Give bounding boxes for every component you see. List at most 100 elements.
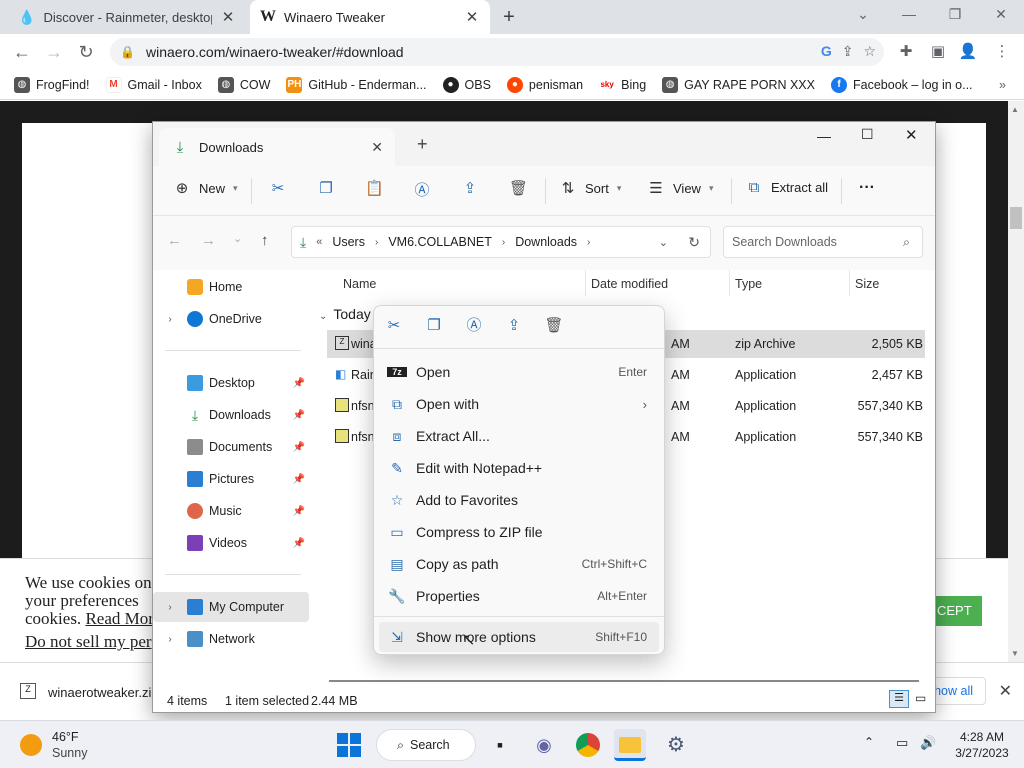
- more-bookmarks-icon[interactable]: »: [999, 78, 1006, 92]
- recent-locations-icon[interactable]: ⌄: [233, 232, 242, 245]
- new-tab-button[interactable]: +: [417, 134, 428, 155]
- menu-item-open[interactable]: 7z Open Enter: [379, 357, 659, 387]
- menu-item-add-favorites[interactable]: ☆ Add to Favorites: [379, 485, 659, 515]
- close-window-button[interactable]: ✕: [986, 6, 1016, 23]
- bookmark-facebook[interactable]: f Facebook – log in o...: [831, 76, 973, 93]
- bookmark-penisman[interactable]: ● penisman: [506, 76, 583, 93]
- scroll-down-icon[interactable]: ▼: [1011, 649, 1019, 658]
- path-bar[interactable]: ⤓ « Users › VM6.COLLABNET › Downloads › …: [291, 226, 711, 258]
- share-icon[interactable]: ⇪: [842, 43, 854, 60]
- column-header-date[interactable]: Date modified: [591, 277, 668, 291]
- breadcrumb-users[interactable]: Users: [332, 235, 365, 249]
- bookmark-frogfind[interactable]: ◍ FrogFind!: [14, 76, 90, 93]
- chevron-up-icon[interactable]: ⌃: [864, 735, 874, 749]
- bookmark-obs[interactable]: ● OBS: [442, 76, 491, 93]
- reload-button[interactable]: ↻: [76, 42, 96, 62]
- copy-icon[interactable]: ❐: [424, 316, 444, 336]
- do-not-sell-link[interactable]: Do not sell my per: [25, 632, 152, 652]
- close-icon[interactable]: ✕: [220, 8, 236, 26]
- chevron-right-icon[interactable]: ›: [161, 314, 179, 325]
- details-view-icon[interactable]: ☰: [889, 690, 909, 708]
- scroll-up-icon[interactable]: ▲: [1011, 105, 1019, 114]
- chevron-right-icon[interactable]: ›: [161, 602, 179, 613]
- address-bar[interactable]: 🔒 winaero.com/winaero-tweaker/#download …: [110, 38, 884, 66]
- extract-all-button[interactable]: ⧉ Extract all: [745, 179, 828, 196]
- nav-item-music[interactable]: Music 📌: [153, 496, 309, 526]
- taskbar-search-button[interactable]: ⌕ Search: [376, 729, 476, 761]
- breadcrumb-downloads[interactable]: Downloads: [515, 235, 577, 249]
- column-header-name[interactable]: Name: [343, 277, 376, 291]
- up-arrow-icon[interactable]: ↑: [261, 232, 269, 249]
- minimize-button[interactable]: —: [894, 6, 924, 22]
- bookmark-bing[interactable]: sky Bing: [599, 76, 646, 93]
- extensions-icon[interactable]: ✚: [896, 42, 916, 60]
- nav-item-downloads[interactable]: ⤓ Downloads 📌: [153, 400, 309, 430]
- paste-button[interactable]: 📋: [365, 179, 384, 197]
- menu-item-compress-zip[interactable]: ▭ Compress to ZIP file: [379, 517, 659, 547]
- menu-icon[interactable]: ⋮: [992, 42, 1012, 60]
- explorer-tab-downloads[interactable]: ⤓ Downloads ✕: [159, 128, 395, 166]
- menu-item-open-with[interactable]: ⧉ Open with ›: [379, 389, 659, 419]
- weather-desc[interactable]: Sunny: [52, 746, 87, 760]
- trash-icon[interactable]: 🗑: [544, 316, 564, 336]
- maximize-button[interactable]: ☐: [861, 126, 874, 143]
- chevron-right-icon[interactable]: ›: [161, 634, 179, 645]
- tab-search-icon[interactable]: ⌄: [848, 6, 878, 23]
- close-icon[interactable]: ✕: [464, 8, 480, 26]
- rename-button[interactable]: Ⓐ: [413, 179, 431, 200]
- forward-button[interactable]: →: [44, 42, 64, 62]
- overflow-chevron-icon[interactable]: «: [316, 236, 322, 248]
- breadcrumb-vm6[interactable]: VM6.COLLABNET: [388, 235, 492, 249]
- column-header-size[interactable]: Size: [855, 277, 879, 291]
- rename-icon[interactable]: Ⓐ: [464, 316, 484, 336]
- close-shelf-icon[interactable]: ✕: [999, 681, 1012, 701]
- bookmark-star-icon[interactable]: ☆: [863, 43, 876, 60]
- nav-item-documents[interactable]: Documents 📌: [153, 432, 309, 462]
- download-item[interactable]: winaerotweaker.zi: [48, 685, 151, 700]
- cut-button[interactable]: ✂: [269, 179, 287, 197]
- side-panel-icon[interactable]: ▣: [928, 42, 948, 60]
- forward-arrow-icon[interactable]: →: [201, 232, 216, 249]
- sun-icon[interactable]: [20, 734, 42, 756]
- menu-item-edit-notepad[interactable]: ✎ Edit with Notepad++: [379, 453, 659, 483]
- more-options-button[interactable]: ···: [859, 179, 875, 197]
- group-header-today[interactable]: ⌄ Today: [319, 306, 371, 322]
- sort-button[interactable]: ⇅ Sort ▾: [559, 179, 622, 197]
- bookmark-gmail[interactable]: M Gmail - Inbox: [105, 76, 202, 93]
- nav-item-home[interactable]: Home: [153, 272, 309, 302]
- settings-gear-icon[interactable]: ⚙: [660, 729, 692, 761]
- copy-button[interactable]: ❐: [317, 179, 335, 197]
- clock-date[interactable]: 3/27/2023: [950, 746, 1014, 760]
- back-button[interactable]: ←: [12, 42, 32, 62]
- menu-item-extract-all[interactable]: ⧈ Extract All...: [379, 421, 659, 451]
- new-tab-button[interactable]: +: [498, 6, 520, 28]
- start-windows-icon[interactable]: [337, 733, 361, 757]
- weather-temp[interactable]: 46°F: [52, 730, 79, 744]
- browser-tab-winaero[interactable]: W Winaero Tweaker ✕: [250, 0, 490, 34]
- file-explorer-icon[interactable]: [614, 729, 646, 761]
- column-header-type[interactable]: Type: [735, 277, 762, 291]
- scissors-icon[interactable]: ✂: [384, 316, 404, 336]
- close-icon[interactable]: ✕: [371, 139, 383, 156]
- share-icon[interactable]: ⇪: [504, 316, 524, 336]
- chrome-icon[interactable]: [572, 729, 604, 761]
- delete-button[interactable]: 🗑: [509, 179, 528, 197]
- task-view-icon[interactable]: ▪: [484, 729, 516, 761]
- google-icon[interactable]: G: [821, 43, 832, 60]
- nav-item-videos[interactable]: Videos 📌: [153, 528, 309, 558]
- nav-item-onedrive[interactable]: › OneDrive: [153, 304, 309, 334]
- nav-item-pictures[interactable]: Pictures 📌: [153, 464, 309, 494]
- minimize-button[interactable]: —: [817, 128, 831, 144]
- scrollbar-thumb[interactable]: [1010, 207, 1022, 229]
- menu-item-show-more-options[interactable]: ⇲ Show more options Shift+F10: [379, 622, 659, 652]
- read-more-link[interactable]: Read More: [85, 609, 161, 628]
- share-button[interactable]: ⇪: [461, 179, 479, 197]
- tiles-view-icon[interactable]: ▭: [915, 691, 926, 705]
- nav-item-my-computer[interactable]: › My Computer: [153, 592, 309, 622]
- nav-item-network[interactable]: › Network: [153, 624, 309, 654]
- nav-item-desktop[interactable]: Desktop 📌: [153, 368, 309, 398]
- menu-item-copy-path[interactable]: ▤ Copy as path Ctrl+Shift+C: [379, 549, 659, 579]
- chevron-down-icon[interactable]: ⌄: [659, 236, 668, 249]
- back-arrow-icon[interactable]: ←: [167, 232, 182, 249]
- browser-tab-rainmeter[interactable]: 💧 Discover - Rainmeter, desktop cu ✕: [8, 0, 246, 34]
